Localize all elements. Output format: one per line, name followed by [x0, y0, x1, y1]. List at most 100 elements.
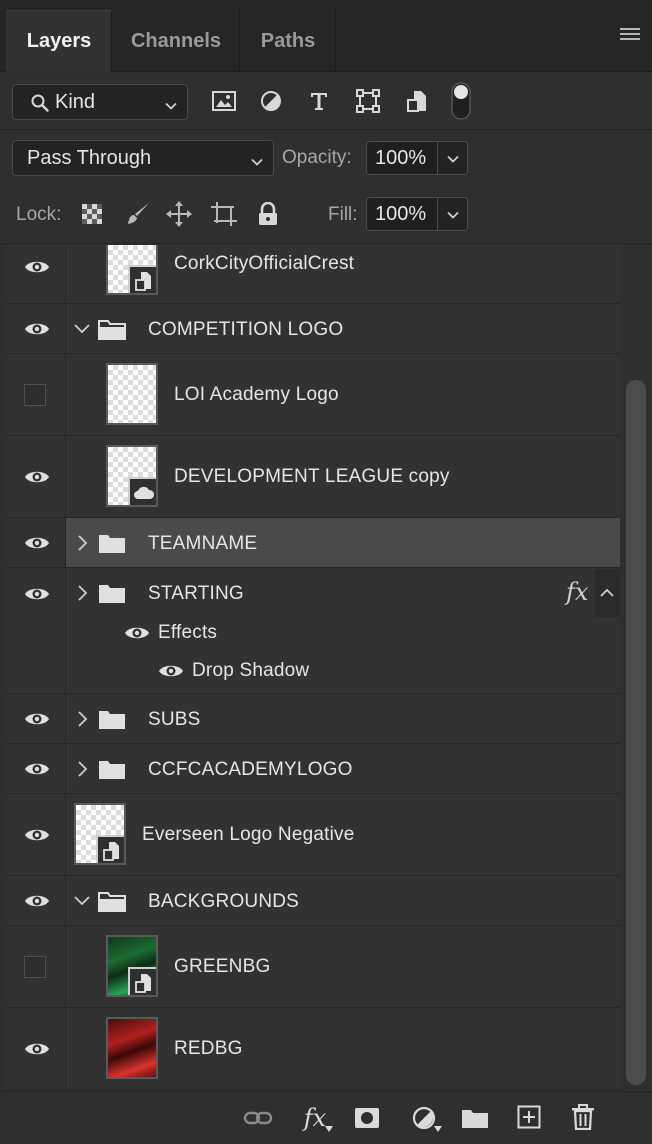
visibility-toggle[interactable] [6, 926, 66, 1007]
chevron-down-icon[interactable] [74, 322, 90, 336]
visibility-toggle[interactable] [6, 304, 66, 353]
hidden-visibility-box [24, 384, 46, 406]
lock-label: Lock: [16, 204, 62, 225]
layer-name: CorkCityOfficialCrest [174, 253, 355, 274]
eye-icon [25, 537, 49, 549]
layer-name: TEAMNAME [148, 533, 258, 554]
smart-object-filter-icon[interactable] [403, 88, 431, 114]
delete-layer-icon[interactable] [568, 1102, 598, 1132]
layer-name: GREENBG [174, 956, 271, 977]
effect-name: Drop Shadow [192, 660, 310, 681]
lock-transparent-pixels-icon[interactable] [80, 202, 104, 226]
chevron-right-icon[interactable] [76, 761, 88, 777]
add-mask-icon[interactable] [352, 1104, 382, 1132]
visibility-toggle[interactable] [6, 568, 66, 693]
image-filter-icon[interactable] [210, 88, 238, 114]
layer-row-redbg[interactable]: REDBG [6, 1008, 620, 1090]
layer-row-ccfcacademylogo[interactable]: CCFCACADEMYLOGO [6, 744, 620, 794]
folder-icon [99, 761, 125, 779]
chevron-down-icon [165, 95, 177, 110]
chevron-right-icon[interactable] [76, 711, 88, 727]
eye-icon [25, 829, 49, 841]
tab-layers[interactable]: Layers [6, 10, 112, 72]
eye-icon [25, 471, 49, 483]
chevron-down-icon [251, 151, 263, 166]
visibility-toggle[interactable] [6, 354, 66, 435]
layer-thumbnail [74, 803, 126, 865]
layers-bottom-bar: fx [0, 1091, 652, 1144]
lock-image-pixels-icon[interactable] [124, 200, 152, 228]
fill-input[interactable]: 100% [366, 197, 438, 231]
add-layer-style-icon[interactable]: fx [297, 1100, 333, 1136]
layer-name: BACKGROUNDS [148, 891, 300, 912]
lock-all-icon[interactable] [255, 200, 281, 228]
shape-filter-icon[interactable] [354, 88, 382, 114]
lock-row: Lock: Fill: 100% [0, 186, 652, 244]
layer-row-competition-logo[interactable]: COMPETITION LOGO [6, 304, 620, 354]
chevron-right-icon[interactable] [76, 585, 88, 601]
fill-slider-button[interactable] [438, 197, 468, 231]
opacity-input[interactable]: 100% [366, 141, 438, 175]
eye-icon [25, 323, 49, 335]
chevron-down-icon [447, 155, 459, 163]
link-layers-icon[interactable] [243, 1104, 273, 1132]
folder-icon [98, 892, 126, 912]
chevron-down-icon [447, 211, 459, 219]
scrollbar-thumb[interactable] [626, 380, 646, 1085]
search-icon [31, 94, 49, 112]
lock-position-icon[interactable] [165, 200, 193, 228]
visibility-toggle[interactable] [6, 518, 66, 567]
eye-icon [25, 763, 49, 775]
filter-kind-dropdown[interactable]: Kind [12, 84, 188, 120]
filter-toggle-switch[interactable] [450, 82, 472, 120]
effect-row-drop-shadow[interactable]: Drop Shadow [150, 656, 390, 686]
layer-row-teamname[interactable]: TEAMNAME [6, 518, 620, 568]
effects-collapse-button[interactable] [594, 569, 620, 617]
layer-name: Everseen Logo Negative [142, 824, 355, 845]
tab-channels[interactable]: Channels [112, 10, 240, 72]
visibility-toggle[interactable] [6, 694, 66, 743]
new-adjustment-layer-icon[interactable] [406, 1102, 442, 1134]
layer-name: COMPETITION LOGO [148, 319, 344, 340]
tab-channels-label: Channels [130, 29, 222, 52]
visibility-toggle[interactable] [6, 744, 66, 793]
layer-row-starting[interactable]: STARTING fx Effects Drop Shadow [6, 568, 620, 694]
layer-thumbnail [106, 935, 158, 997]
effects-row[interactable]: Effects [116, 618, 316, 648]
adjustment-filter-icon[interactable] [257, 88, 285, 114]
new-group-icon[interactable] [459, 1104, 491, 1132]
visibility-toggle[interactable] [6, 245, 66, 303]
layer-row-greenbg[interactable]: GREENBG [6, 926, 620, 1008]
tab-paths-label: Paths [260, 29, 316, 52]
type-filter-icon[interactable] [305, 88, 333, 114]
layer-row-loi-academy-logo[interactable]: LOI Academy Logo [6, 354, 620, 436]
layer-row-corkcityofficialcrest[interactable]: CorkCityOfficialCrest [6, 245, 620, 304]
visibility-toggle[interactable] [6, 794, 66, 875]
visibility-toggle[interactable] [6, 436, 66, 517]
filter-row: Kind [0, 72, 652, 130]
effects-label: Effects [158, 622, 218, 643]
layer-thumbnail [106, 445, 158, 507]
layer-row-development-league-copy[interactable]: DEVELOPMENT LEAGUE copy [6, 436, 620, 518]
folder-icon [98, 320, 126, 340]
eye-icon[interactable] [158, 663, 184, 679]
eye-icon[interactable] [124, 625, 150, 641]
layer-name: REDBG [174, 1038, 243, 1059]
layer-row-backgrounds[interactable]: BACKGROUNDS [6, 876, 620, 926]
panel-tab-bar: Layers Channels Paths [0, 0, 652, 72]
layer-row-subs[interactable]: SUBS [6, 694, 620, 744]
chevron-right-icon[interactable] [76, 535, 88, 551]
panel-menu-icon[interactable] [620, 28, 640, 44]
tab-paths[interactable]: Paths [240, 10, 336, 72]
tab-layers-label: Layers [26, 30, 92, 52]
visibility-toggle[interactable] [6, 1008, 66, 1089]
layer-row-everseen-logo-negative[interactable]: Everseen Logo Negative [6, 794, 620, 876]
opacity-slider-button[interactable] [438, 141, 468, 175]
new-layer-icon[interactable] [514, 1102, 544, 1132]
lock-artboard-icon[interactable] [209, 200, 239, 228]
eye-icon [25, 1043, 49, 1055]
chevron-down-icon[interactable] [74, 894, 90, 908]
layer-thumbnail [106, 1017, 158, 1079]
visibility-toggle[interactable] [6, 876, 66, 925]
blend-mode-dropdown[interactable]: Pass Through [12, 140, 274, 176]
